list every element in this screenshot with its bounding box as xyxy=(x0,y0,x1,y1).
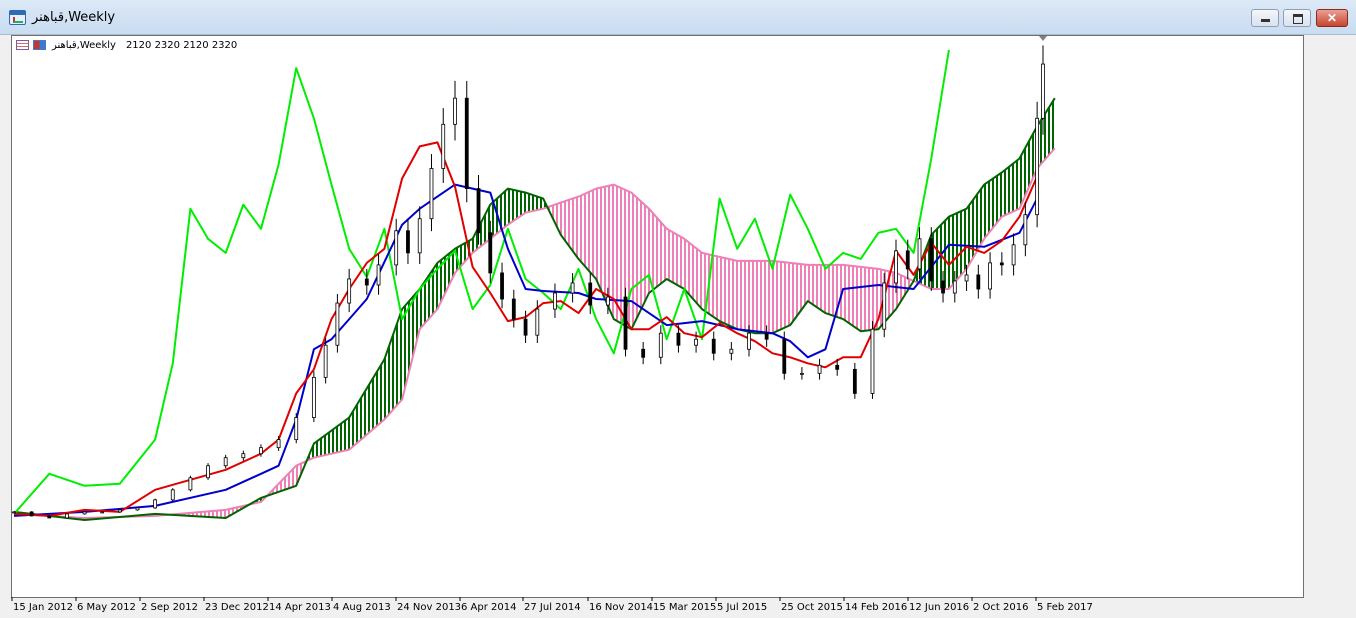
last-bar-marker xyxy=(1039,36,1047,41)
candle xyxy=(817,358,822,380)
x-tick-label: 6 Apr 2014 xyxy=(461,602,516,613)
x-tick-label: 27 Jul 2014 xyxy=(524,602,581,613)
candle xyxy=(623,287,628,357)
candle xyxy=(999,252,1004,276)
candle xyxy=(406,218,410,264)
candle xyxy=(241,450,246,461)
chart-window: قباهنر,Weekly قباهنر,Weekly 2120 2320 21… xyxy=(0,0,1356,618)
candle xyxy=(394,218,399,276)
candle xyxy=(464,80,469,203)
x-tick-label: 14 Apr 2013 xyxy=(269,602,331,613)
candle xyxy=(82,511,87,515)
kijun-sen-line xyxy=(13,183,1038,517)
ohlc-readout: 2120 2320 2120 2320 xyxy=(125,39,238,51)
x-tick-label: 6 May 2012 xyxy=(77,602,136,613)
candle xyxy=(800,367,804,380)
candle xyxy=(511,289,516,328)
candle xyxy=(29,511,34,517)
candle xyxy=(206,463,210,480)
candle xyxy=(441,108,446,183)
x-tick-label: 15 Jan 2012 xyxy=(13,602,73,613)
ichimoku-chart[interactable]: 15 Jan 2012 6 May 2012 2 Sep 2012 23 Dec 20… xyxy=(0,0,1356,618)
candle xyxy=(870,321,875,399)
candle xyxy=(500,262,504,309)
candle xyxy=(294,413,299,444)
candle xyxy=(153,498,158,509)
candle xyxy=(47,515,52,519)
indicator-list-icon[interactable] xyxy=(16,40,29,50)
candle xyxy=(335,293,340,353)
candle xyxy=(1035,101,1040,228)
candle xyxy=(223,454,228,469)
x-tick-label: 24 Nov 2013 xyxy=(397,602,461,613)
x-tick-label: 15 Mar 2015 xyxy=(653,602,716,613)
symbol-period-label: قباهنر,Weekly xyxy=(52,39,116,51)
x-tick-label: 5 Feb 2017 xyxy=(1037,602,1093,613)
x-tick-label: 2 Sep 2012 xyxy=(141,602,198,613)
candle xyxy=(852,362,857,399)
candle xyxy=(311,371,316,423)
candle xyxy=(658,325,663,365)
candle xyxy=(453,80,457,141)
candle xyxy=(729,342,734,361)
candle xyxy=(417,206,422,264)
x-tick-label: 25 Oct 2015 xyxy=(781,602,843,613)
candle xyxy=(429,154,434,232)
candle xyxy=(323,337,328,384)
x-tick-label: 23 Dec 2012 xyxy=(205,602,269,613)
candle xyxy=(376,254,381,295)
x-tick-label: 14 Feb 2016 xyxy=(845,602,907,613)
candle xyxy=(882,273,887,338)
candle xyxy=(188,475,193,492)
candle xyxy=(1011,233,1016,276)
x-tick-label: 12 Jun 2016 xyxy=(909,602,969,613)
chart-properties-icon[interactable] xyxy=(33,40,46,50)
candle xyxy=(988,252,992,299)
candle xyxy=(976,264,981,299)
x-tick-label: 5 Jul 2015 xyxy=(717,602,767,613)
candle xyxy=(117,509,122,513)
candle xyxy=(65,513,69,519)
x-tick-label: 16 Nov 2014 xyxy=(589,602,653,613)
candle xyxy=(170,488,175,502)
x-tick-label: 2 Oct 2016 xyxy=(973,602,1028,613)
candle xyxy=(347,268,352,313)
candle xyxy=(1023,202,1028,257)
candle xyxy=(553,283,557,318)
candle xyxy=(135,507,140,511)
candle xyxy=(641,342,646,365)
chart-header: قباهنر,Weekly 2120 2320 2120 2320 xyxy=(16,38,237,52)
x-tick-label: 4 Aug 2013 xyxy=(333,602,391,613)
candle xyxy=(711,331,716,361)
